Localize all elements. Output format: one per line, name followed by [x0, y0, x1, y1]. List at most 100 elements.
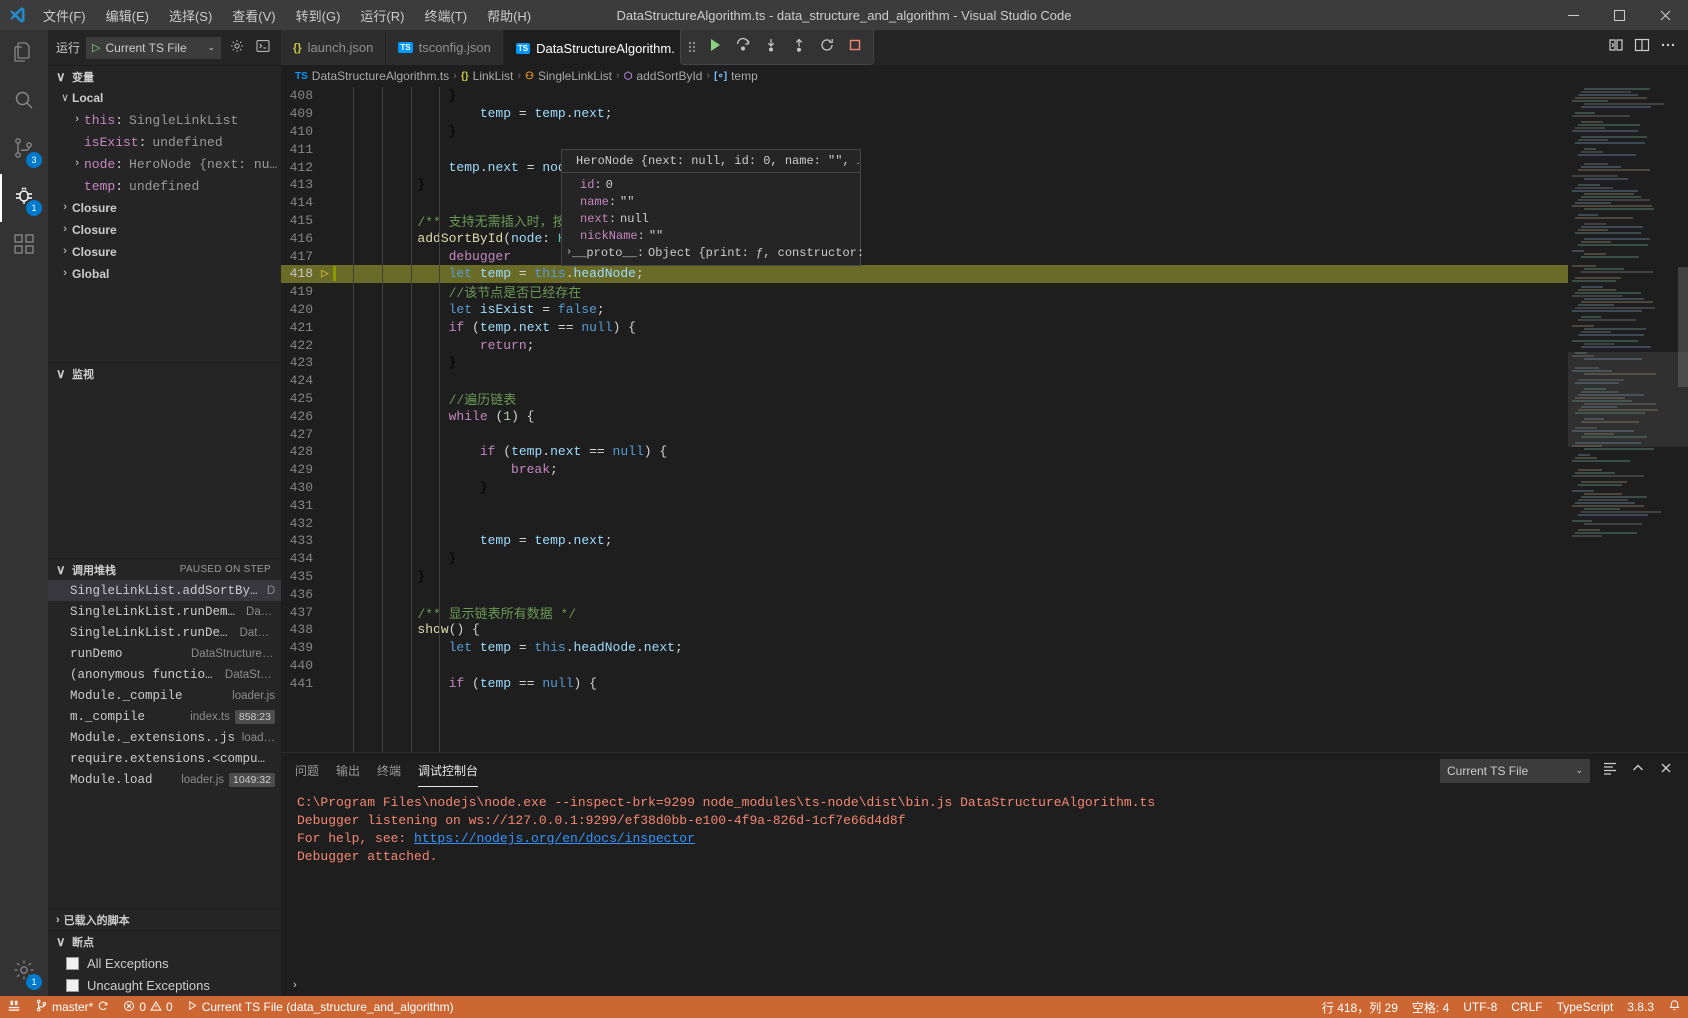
- typescript-version[interactable]: 3.8.3: [1620, 996, 1661, 1018]
- debug-console-output[interactable]: C:\Program Files\nodejs\node.exe --inspe…: [281, 788, 1688, 974]
- breakpoints-pane-header[interactable]: ∨ 断点: [48, 930, 281, 952]
- breadcrumb-item-linklist[interactable]: {} LinkList: [461, 69, 513, 83]
- code-text[interactable]: }: [351, 124, 457, 139]
- code-line[interactable]: 433 temp = temp.next;: [281, 532, 1568, 550]
- code-text[interactable]: if (temp.next == null) {: [351, 444, 667, 459]
- code-line[interactable]: 410 }: [281, 123, 1568, 141]
- menu-view[interactable]: 查看(V): [223, 2, 284, 29]
- code-line[interactable]: 422 return;: [281, 336, 1568, 354]
- variable-row[interactable]: › node: HeroNode {next: null, i…: [48, 153, 281, 175]
- code-line[interactable]: 428 if (temp.next == null) {: [281, 443, 1568, 461]
- callstack-list[interactable]: SingleLinkList.addSortById D SingleLinkL…: [48, 580, 281, 792]
- code-lines[interactable]: 408 } 409 temp = temp.next; 410 } 411 412 t…: [281, 87, 1568, 752]
- breakpoint-row[interactable]: Uncaught Exceptions: [48, 974, 281, 996]
- code-text[interactable]: }: [351, 88, 457, 103]
- uncaught-exceptions-checkbox[interactable]: [66, 978, 79, 992]
- maximize-button[interactable]: [1596, 0, 1642, 30]
- menu-go[interactable]: 转到(G): [287, 2, 350, 29]
- code-line[interactable]: 440: [281, 657, 1568, 675]
- hover-property-row[interactable]: › __proto__: Object {print: ƒ, construct…: [562, 244, 864, 261]
- watch-pane-header[interactable]: ∨ 监视: [48, 362, 281, 384]
- panel-tab-terminal[interactable]: 终端: [377, 754, 401, 787]
- code-line[interactable]: 418 ▷ let temp = this.headNode;: [281, 264, 1568, 283]
- code-text[interactable]: }: [351, 569, 425, 584]
- window-controls[interactable]: [1550, 0, 1688, 30]
- minimap[interactable]: [1568, 87, 1688, 752]
- all-exceptions-checkbox[interactable]: [66, 956, 79, 970]
- minimize-button[interactable]: [1550, 0, 1596, 30]
- debug-console-input[interactable]: ›: [281, 974, 1688, 996]
- code-line[interactable]: 441 if (temp == null) {: [281, 674, 1568, 692]
- code-line[interactable]: 413 }: [281, 176, 1568, 194]
- code-line[interactable]: 414: [281, 194, 1568, 212]
- stop-button[interactable]: [843, 35, 867, 59]
- code-line[interactable]: 411: [281, 140, 1568, 158]
- callstack-row[interactable]: Module._extensions..js load…: [48, 727, 281, 748]
- variables-list[interactable]: ∨ Local › this: SingleLinkList isExist: …: [48, 87, 281, 362]
- editor-encoding[interactable]: UTF-8: [1456, 996, 1504, 1018]
- variable-row[interactable]: temp: undefined: [48, 175, 281, 197]
- activity-search[interactable]: [0, 78, 48, 126]
- code-text[interactable]: let temp = this.headNode;: [351, 266, 644, 281]
- chevron-up-icon[interactable]: [1630, 760, 1646, 781]
- code-text[interactable]: let isExist = false;: [351, 302, 605, 317]
- code-text[interactable]: }: [351, 551, 457, 566]
- code-text[interactable]: /** 显示链表所有数据 */: [351, 603, 576, 622]
- editor-eol[interactable]: CRLF: [1504, 996, 1549, 1018]
- problems-status[interactable]: 0 0: [116, 996, 179, 1018]
- code-line[interactable]: 439 let temp = this.headNode.next;: [281, 639, 1568, 657]
- code-line[interactable]: 438 show() {: [281, 621, 1568, 639]
- step-over-button[interactable]: [731, 35, 755, 59]
- code-text[interactable]: while (1) {: [351, 409, 535, 424]
- close-button[interactable]: [1642, 0, 1688, 30]
- minimap-slider[interactable]: [1568, 352, 1688, 447]
- editor-action-bar[interactable]: [1596, 30, 1688, 65]
- code-text[interactable]: }: [351, 480, 488, 495]
- activity-extensions[interactable]: [0, 222, 48, 270]
- debug-floating-toolbar[interactable]: [680, 30, 874, 65]
- code-line[interactable]: 429 break;: [281, 461, 1568, 479]
- callstack-row[interactable]: SingleLinkList.runDemo2 Dat…: [48, 601, 281, 622]
- split-editor-icon[interactable]: [1634, 37, 1650, 58]
- menu-run[interactable]: 运行(R): [351, 2, 413, 29]
- callstack-row[interactable]: SingleLinkList.runDemo Data…: [48, 622, 281, 643]
- code-line[interactable]: 437 /** 显示链表所有数据 */: [281, 603, 1568, 622]
- code-line[interactable]: 435 }: [281, 568, 1568, 586]
- code-line[interactable]: 436: [281, 585, 1568, 603]
- callstack-row[interactable]: SingleLinkList.addSortById D: [48, 580, 281, 601]
- code-editor[interactable]: 408 } 409 temp = temp.next; 410 } 411 412 t…: [281, 87, 1688, 752]
- code-line[interactable]: 417 debugger: [281, 247, 1568, 265]
- breadcrumb-item-temp[interactable]: [∘] temp: [714, 69, 758, 83]
- run-debug-icon[interactable]: [1608, 37, 1624, 58]
- code-line[interactable]: 424: [281, 372, 1568, 390]
- code-text[interactable]: let temp = this.headNode.next;: [351, 640, 683, 655]
- variables-pane-header[interactable]: ∨ 变量: [48, 65, 281, 87]
- code-line[interactable]: 420 let isExist = false;: [281, 301, 1568, 319]
- inspector-doc-link[interactable]: https://nodejs.org/en/docs/inspector: [414, 831, 695, 846]
- callstack-row[interactable]: Module._compile loader.js: [48, 685, 281, 706]
- branch-status[interactable]: master*: [28, 996, 116, 1018]
- hover-property-row[interactable]: next: null: [562, 210, 860, 227]
- code-text[interactable]: if (temp == null) {: [351, 676, 597, 691]
- activity-source-control[interactable]: 3: [0, 126, 48, 174]
- code-line[interactable]: 432: [281, 514, 1568, 532]
- notifications-bell[interactable]: [1661, 996, 1688, 1018]
- code-text[interactable]: temp = temp.next;: [351, 533, 613, 548]
- gutter-glyph[interactable]: ▷: [321, 266, 351, 282]
- callstack-pane-header[interactable]: ∨ 调用堆栈 PAUSED ON STEP: [48, 558, 281, 580]
- breadcrumb[interactable]: TS DataStructureAlgorithm.ts › {} LinkLi…: [281, 65, 1688, 87]
- code-text[interactable]: }: [351, 355, 457, 370]
- code-line[interactable]: 423 }: [281, 354, 1568, 372]
- editor-position[interactable]: 行 418，列 29: [1315, 996, 1405, 1018]
- activity-explorer[interactable]: [0, 30, 48, 78]
- menu-file[interactable]: 文件(F): [34, 2, 95, 29]
- code-line[interactable]: 430 }: [281, 479, 1568, 497]
- callstack-row[interactable]: Module.load loader.js 1049:32: [48, 769, 281, 790]
- panel-tab-problems[interactable]: 问题: [295, 754, 319, 787]
- tab-launch-json[interactable]: {} launch.json: [281, 30, 387, 65]
- step-out-button[interactable]: [787, 35, 811, 59]
- code-line[interactable]: 434 }: [281, 550, 1568, 568]
- callstack-row[interactable]: runDemo DataStructureAlgorithm…: [48, 643, 281, 664]
- variable-row[interactable]: › this: SingleLinkList: [48, 109, 281, 131]
- code-text[interactable]: debugger: [351, 249, 511, 264]
